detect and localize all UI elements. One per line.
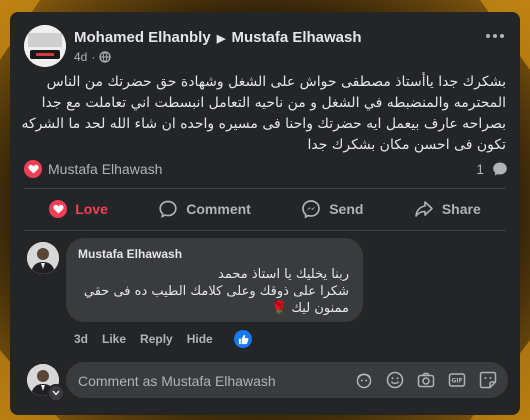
person-photo-icon <box>27 242 59 274</box>
comment-time[interactable]: 3d <box>74 332 88 346</box>
post-card: Mohamed Elhanbly ▶ Mustafa Elhawash 4d ·… <box>10 12 520 415</box>
commenter-avatar[interactable] <box>27 242 59 274</box>
post-text-line: بصراحه عارف بيعمل ايه حضرتك واحنا فى مسي… <box>21 116 506 132</box>
globe-icon[interactable] <box>99 51 112 63</box>
comment-text: ربنا يخليك يا استاذ محمد شكرا على ذوقك و… <box>84 266 349 317</box>
comment-composer: GIF <box>66 362 508 400</box>
sticker-icon[interactable] <box>478 370 498 390</box>
comment-hide-button[interactable]: Hide <box>187 332 213 346</box>
author-logo-icon <box>24 25 66 67</box>
comment-like-button[interactable]: Like <box>102 332 126 346</box>
svg-text:GIF: GIF <box>451 378 462 385</box>
comment-bubble-icon <box>493 162 507 176</box>
reaction-summary[interactable]: Mustafa Elhawash <box>24 160 162 178</box>
send-button[interactable]: Send <box>301 199 363 219</box>
chevron-down-icon[interactable] <box>47 384 65 402</box>
arrow-right-icon: ▶ <box>216 33 226 45</box>
more-options-icon[interactable] <box>486 34 504 38</box>
comment-label: Comment <box>186 201 251 217</box>
post-time[interactable]: 4d <box>74 50 87 64</box>
comment-text-line: شكرا على ذوقك وعلى كلامك الطيب ده فى حقي <box>83 284 349 299</box>
comment-text-line: ربنا يخليك يا استاذ محمد <box>218 267 349 282</box>
share-label: Share <box>441 201 481 217</box>
comment-actions: 3d Like Reply Hide <box>74 332 213 346</box>
love-button[interactable]: Love <box>49 200 108 218</box>
emoji-icon[interactable] <box>385 370 405 390</box>
comment-bubble: Mustafa Elhawash ربنا يخليك يا استاذ محم… <box>66 238 363 322</box>
post-text-line: المحترمه والمنضبطه في الشغل و من ناحيه ا… <box>41 95 506 111</box>
comment-author[interactable]: Mustafa Elhawash <box>78 247 182 261</box>
comment-reply-button[interactable]: Reply <box>140 332 173 346</box>
reactor-name: Mustafa Elhawash <box>48 161 163 177</box>
post-author-avatar[interactable] <box>24 25 66 67</box>
share-button[interactable]: Share <box>414 199 481 219</box>
love-icon <box>49 200 68 218</box>
post-text-line: تكون فى احسن مكان بشكرك جدا <box>307 137 507 153</box>
comment-input[interactable] <box>76 362 350 400</box>
comment-button[interactable]: Comment <box>158 199 251 219</box>
like-reaction-icon[interactable] <box>234 330 252 348</box>
author-name[interactable]: Mohamed Elhanbly <box>74 29 211 46</box>
messenger-icon <box>302 200 321 219</box>
recipient-name[interactable]: Mustafa Elhawash <box>232 29 362 46</box>
comment-text-line: ممنون ليك 🌹 <box>271 301 349 316</box>
divider <box>24 230 506 231</box>
divider <box>24 188 506 189</box>
send-label: Send <box>329 201 364 217</box>
avatar-sticker-icon[interactable] <box>354 370 374 390</box>
gif-icon[interactable]: GIF <box>447 370 467 390</box>
comment-count[interactable]: 1 <box>476 161 508 177</box>
post-meta: 4d · <box>74 50 112 64</box>
love-label: Love <box>75 201 108 217</box>
love-reaction-icon <box>24 160 42 178</box>
post-header: Mohamed Elhanbly ▶ Mustafa Elhawash <box>74 29 362 46</box>
post-text-line: بشكرك جدا ياأستاذ مصطفى حواش على الشغل و… <box>46 74 506 90</box>
post-actions: Love Comment Send Share <box>24 192 506 226</box>
post-text: بشكرك جدا ياأستاذ مصطفى حواش على الشغل و… <box>21 72 507 156</box>
comment-icon <box>159 200 177 218</box>
comment-count-number: 1 <box>476 161 484 177</box>
camera-icon[interactable] <box>416 370 436 390</box>
share-icon <box>415 201 433 217</box>
composer-tools: GIF <box>354 370 498 390</box>
